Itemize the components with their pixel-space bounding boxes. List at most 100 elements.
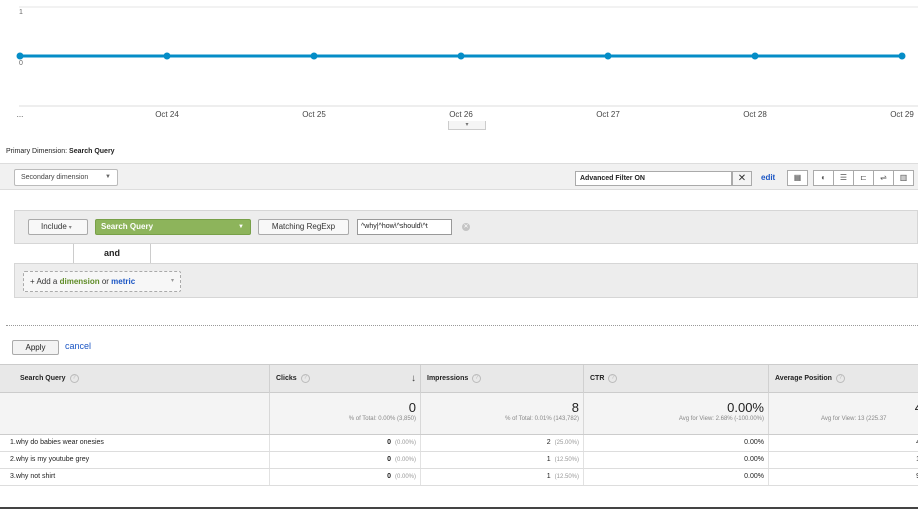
secondary-dimension-dropdown[interactable]: Secondary dimension ▼	[14, 169, 118, 186]
query-link[interactable]: why is my youtube grey	[16, 456, 89, 463]
totals-ctr: 0.00% Avg for View: 2.68% (-100.00%)	[584, 393, 769, 434]
add-metric-link[interactable]: metric	[111, 277, 135, 286]
data-point[interactable]	[310, 52, 318, 60]
query-cell: 3. why not shirt	[0, 469, 270, 485]
total-value: 0.00%	[727, 400, 764, 415]
total-subtext: % of Total: 0.01% (143,782)	[505, 416, 579, 422]
filter-dimension-dropdown[interactable]: Search Query ▼	[95, 219, 251, 235]
clear-filter-button[interactable]: ✕	[732, 171, 752, 186]
row-index: 3.	[10, 473, 16, 480]
x-tick-label: Oct 29	[890, 110, 914, 119]
column-header-ctr[interactable]: CTR?	[584, 365, 769, 393]
header-label: Average Position	[775, 375, 832, 382]
header-label: Clicks	[276, 375, 297, 382]
impressions-cell: 1 (12.50%)	[421, 452, 584, 468]
row-index: 2.	[10, 456, 16, 463]
impressions-cell: 1 (12.50%)	[421, 469, 584, 485]
totals-average-position: 4 Avg for View: 13 (225.37	[769, 393, 918, 434]
totals-label-cell	[0, 393, 270, 434]
clicks-cell: 0 (0.00%)	[270, 435, 421, 451]
impressions-value: 2	[546, 439, 551, 446]
data-point[interactable]	[604, 52, 612, 60]
totals-row: 0 % of Total: 0.00% (3,850) 8 % of Total…	[0, 393, 918, 435]
x-tick-label: Oct 25	[302, 110, 326, 119]
add-dimension-or-metric-button[interactable]: + Add a dimension or metric ▾	[23, 271, 181, 292]
x-tick-label: ...	[16, 110, 24, 119]
and-row: and	[14, 243, 918, 264]
impressions-value: 1	[546, 456, 551, 463]
advanced-filter-field[interactable]: Advanced Filter ON	[575, 171, 732, 186]
edit-filter-link[interactable]: edit	[761, 173, 775, 182]
position-cell: 4	[769, 435, 918, 451]
help-icon[interactable]: ?	[69, 373, 79, 383]
pivot-view-icon[interactable]: ▥	[893, 170, 914, 186]
add-dimension-link[interactable]: dimension	[60, 277, 100, 286]
and-label: and	[104, 248, 121, 258]
data-point[interactable]	[457, 52, 465, 60]
data-point[interactable]	[751, 52, 759, 60]
query-link[interactable]: why do babies wear onesies	[16, 439, 104, 446]
header-label: CTR	[590, 375, 605, 382]
pie-view-icon[interactable]: ◐	[813, 170, 834, 186]
help-icon[interactable]: ?	[472, 373, 482, 383]
position-cell: 1	[769, 452, 918, 468]
trend-chart: 1 0 ... Oct 24 Oct 25 Oct 26 Oct 27 Oct …	[0, 0, 918, 132]
data-point[interactable]	[163, 52, 171, 60]
total-value: 8	[571, 400, 579, 415]
table-view-icon[interactable]: ▦	[787, 170, 808, 186]
position-cell: 9	[769, 469, 918, 485]
chevron-down-icon: ▾	[170, 278, 174, 284]
clicks-percent: (0.00%)	[394, 440, 416, 446]
column-header-clicks[interactable]: Clicks? ↓	[270, 365, 421, 393]
performance-view-icon[interactable]: ☰	[833, 170, 854, 186]
view-switcher: ▦ ◐ ☰ ⊏ ⇌ ▥	[787, 170, 914, 186]
apply-button[interactable]: Apply	[12, 340, 59, 355]
sort-descending-icon[interactable]: ↓	[411, 365, 416, 393]
help-icon[interactable]: ?	[608, 373, 618, 383]
total-value: 4	[769, 400, 918, 415]
impressions-cell: 2 (25.00%)	[421, 435, 584, 451]
x-tick-label: Oct 28	[743, 110, 767, 119]
regex-input[interactable]: ^why|^how\^should\^t	[357, 219, 452, 235]
match-type-dropdown[interactable]: Matching RegExp	[258, 219, 349, 235]
column-header-impressions[interactable]: Impressions?	[421, 365, 584, 393]
ctr-cell: 0.00%	[584, 469, 769, 485]
table-row: 2. why is my youtube grey 0 (0.00%) 1 (12.…	[0, 452, 918, 469]
header-label: Impressions	[427, 375, 469, 382]
term-cloud-view-icon[interactable]: ⇌	[873, 170, 894, 186]
column-header-search-query[interactable]: Search Query?	[0, 365, 270, 393]
header-label: Search Query	[20, 375, 66, 382]
include-dropdown[interactable]: Include ▾	[28, 219, 88, 235]
data-point[interactable]	[16, 52, 24, 60]
comparison-view-icon[interactable]: ⊏	[853, 170, 874, 186]
chart-collapse-toggle[interactable]: ▾	[448, 121, 486, 130]
table-header: Search Query? Clicks? ↓ Impressions? CTR…	[0, 364, 918, 393]
impressions-percent: (12.50%)	[554, 457, 579, 463]
help-icon[interactable]: ?	[835, 373, 845, 383]
clicks-percent: (0.00%)	[394, 457, 416, 463]
divider	[6, 325, 918, 326]
chevron-down-icon: ▼	[238, 224, 244, 230]
chevron-down-icon: ▾	[68, 225, 72, 231]
clicks-cell: 0 (0.00%)	[270, 452, 421, 468]
total-subtext: Avg for View: 13 (225.37	[821, 416, 887, 422]
primary-dimension: Primary Dimension: Search Query	[6, 148, 115, 155]
totals-clicks: 0 % of Total: 0.00% (3,850)	[270, 393, 421, 434]
row-index: 1.	[10, 439, 16, 446]
table-toolbar: Secondary dimension ▼ Advanced Filter ON…	[0, 163, 918, 190]
remove-condition-icon[interactable]: ✕	[462, 223, 470, 231]
cancel-link[interactable]: cancel	[65, 341, 91, 351]
data-point[interactable]	[898, 52, 906, 60]
help-icon[interactable]: ?	[300, 373, 310, 383]
x-tick-label: Oct 27	[596, 110, 620, 119]
x-tick-label: Oct 24	[155, 110, 179, 119]
impressions-percent: (12.50%)	[554, 474, 579, 480]
table-row: 1. why do babies wear onesies 0 (0.00%) 2…	[0, 435, 918, 452]
primary-dimension-value[interactable]: Search Query	[69, 148, 115, 155]
primary-dimension-label: Primary Dimension:	[6, 148, 68, 155]
clicks-percent: (0.00%)	[394, 474, 416, 480]
query-link[interactable]: why not shirt	[16, 473, 55, 480]
column-header-average-position[interactable]: Average Position?	[769, 365, 918, 393]
query-cell: 2. why is my youtube grey	[0, 452, 270, 468]
ctr-cell: 0.00%	[584, 452, 769, 468]
